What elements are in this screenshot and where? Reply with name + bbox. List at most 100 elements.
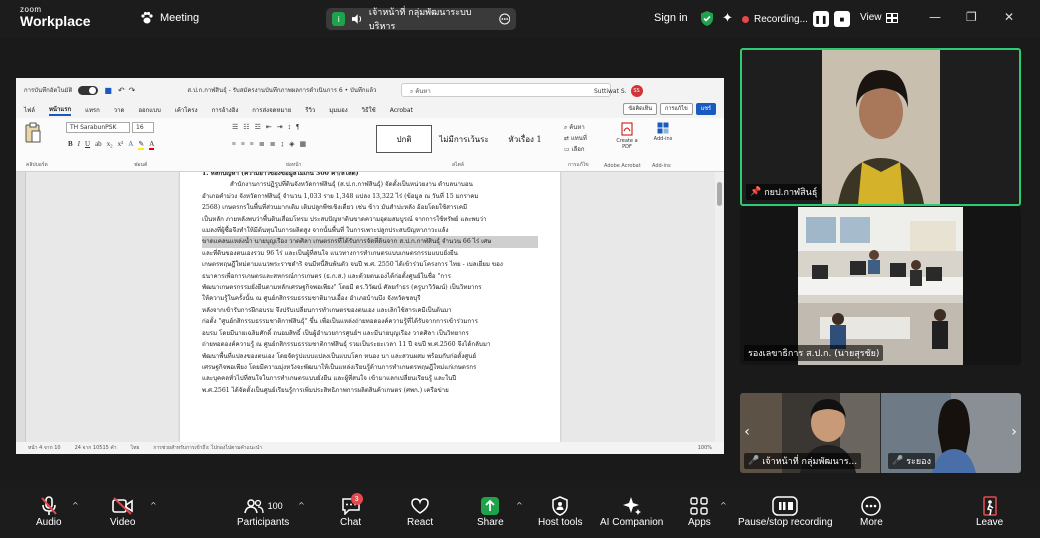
increase-indent-icon[interactable]: ⇥ (277, 123, 283, 131)
decrease-indent-icon[interactable]: ⇤ (266, 123, 272, 131)
align-left-icon[interactable]: ≡ (232, 140, 236, 148)
encryption-shield-icon[interactable] (700, 11, 714, 26)
status-accessibility[interactable]: การช่วยสำหรับการเข้าถึง: ไปกองไปตามคำแนะ… (153, 444, 262, 452)
font-color-icon[interactable]: A (149, 140, 155, 150)
sign-in-link[interactable]: Sign in (654, 12, 688, 24)
stop-recording-icon[interactable]: ■ (833, 11, 850, 27)
word-tab[interactable]: การส่งจดหมาย (252, 105, 291, 115)
pilcrow-icon[interactable]: ¶ (296, 123, 299, 131)
highlight-icon[interactable]: ✎ (138, 140, 145, 150)
word-tab[interactable]: ออกแบบ (138, 105, 160, 115)
document-page[interactable]: 1. หลักปัญหา (ความยาวของข้อมูลไม่เกิน 30… (180, 172, 560, 442)
multilevel-icon[interactable]: ☲ (255, 123, 261, 131)
apps-caret-icon[interactable]: ^ (720, 501, 727, 510)
participants-label: Participants (237, 517, 290, 528)
participants-caret-icon[interactable]: ^ (298, 501, 305, 510)
autosave-toggle[interactable] (78, 85, 99, 95)
numbering-icon[interactable]: ☷ (243, 123, 249, 131)
video-tile-active-speaker[interactable]: 📌 กยป.กาฬสินธุ์ (740, 48, 1021, 206)
pause-recording-button[interactable]: Pause/stop recording (738, 495, 833, 528)
meeting-menu-button[interactable]: Meeting (140, 11, 199, 25)
audio-button[interactable]: Audio (36, 495, 62, 528)
thai-distribute-icon[interactable]: ≣ (270, 140, 276, 148)
justify-icon[interactable]: ≣ (259, 140, 265, 148)
align-center-icon[interactable]: ≡ (241, 140, 245, 148)
document-area[interactable]: 1. หลักปัญหา (ความยาวของข้อมูลไม่เกิน 30… (16, 172, 724, 442)
font-size-select[interactable]: 16 (132, 122, 154, 133)
line-spacing-icon[interactable]: ↨ (281, 140, 285, 148)
word-search-box[interactable]: ⌕ ค้นหา (401, 83, 611, 97)
add-ins-button[interactable]: Add-ins (650, 122, 676, 142)
carousel-prev-icon[interactable]: ‹ (740, 421, 754, 443)
share-button[interactable]: Share (477, 495, 504, 528)
bullets-icon[interactable]: ☰ (232, 123, 238, 131)
minimize-icon[interactable]: — (929, 10, 941, 24)
word-share-button[interactable]: แชร์ (695, 103, 716, 115)
superscript-icon[interactable]: x² (118, 140, 124, 150)
word-tab[interactable]: Acrobat (390, 107, 413, 114)
select-button[interactable]: ▭ เลือก (564, 144, 587, 155)
style-heading-1[interactable]: หัวเรื่อง 1 (498, 125, 552, 153)
host-tools-button[interactable]: Host tools (538, 495, 582, 528)
word-tab[interactable]: รีวิว (305, 105, 315, 115)
text-effects-icon[interactable]: A (128, 140, 133, 150)
bold-icon[interactable]: B (68, 140, 73, 150)
redo-icon[interactable]: ↷ (129, 86, 136, 95)
leave-button[interactable]: Leave (976, 495, 1003, 528)
addins-group-label: Add-ins (652, 163, 671, 169)
react-button[interactable]: React (407, 495, 433, 528)
word-tab[interactable]: หน้าแรก (48, 104, 72, 116)
comments-button[interactable]: ข้อคิดเห็น (623, 103, 657, 115)
word-tab[interactable]: วาด (114, 105, 125, 115)
strike-icon[interactable]: ab (95, 140, 102, 150)
audio-caret-icon[interactable]: ^ (72, 501, 79, 510)
style-no-spacing[interactable]: ไม่มีการเว้นระ (432, 125, 496, 153)
ai-sparkle-icon[interactable]: ✦ (722, 11, 733, 26)
replace-button[interactable]: ⇄ แทนที่ (564, 133, 587, 144)
create-pdf-button[interactable]: Create a PDF (614, 122, 640, 150)
word-tab[interactable]: แทรก (85, 105, 100, 115)
style-normal[interactable]: ปกติ (376, 125, 432, 153)
font-name-select[interactable]: TH SarabunPSK (66, 122, 130, 133)
view-button[interactable]: View (860, 12, 898, 23)
more-button[interactable]: More (860, 495, 883, 528)
word-tab[interactable]: มุมมอง (329, 105, 347, 115)
save-icon[interactable]: ■ (104, 86, 112, 95)
video-tile-office[interactable]: รองเลขาธิการ ส.ป.ก. (นายสุรชัย) (740, 207, 1021, 365)
document-scrollbar[interactable] (715, 172, 724, 442)
video-caret-icon[interactable]: ^ (150, 501, 157, 510)
find-button[interactable]: ⌕ ค้นหา (564, 122, 587, 133)
share-caret-icon[interactable]: ^ (516, 501, 523, 510)
pin-icon[interactable]: 📌 (750, 187, 761, 197)
word-user[interactable]: Suttiwat S. SS (594, 85, 643, 97)
carousel-next-icon[interactable]: › (1007, 421, 1021, 443)
ai-companion-button[interactable]: AI Companion (600, 495, 663, 528)
sort-icon[interactable]: ↕ (288, 123, 292, 131)
undo-icon[interactable]: ↶ (118, 86, 125, 95)
close-icon[interactable]: ✕ (1004, 10, 1014, 24)
subscript-icon[interactable]: x₂ (107, 140, 113, 150)
screen-share-indicator[interactable]: i เจ้าหน้าที่ กลุ่มพัฒนาระบบบริหาร (326, 8, 516, 32)
editing-mode-button[interactable]: การแก้ไข (659, 103, 693, 115)
word-tab[interactable]: วิธีใช้ (362, 105, 376, 115)
word-tab[interactable]: การอ้างอิง (212, 105, 239, 115)
italic-icon[interactable]: I (78, 140, 80, 150)
grid-view-icon (885, 12, 898, 23)
pause-recording-icon[interactable]: ❚❚ (812, 11, 829, 27)
word-tab[interactable]: ไฟล์ (24, 105, 35, 115)
borders-icon[interactable]: ▦ (300, 140, 307, 148)
underline-icon[interactable]: U (85, 140, 90, 150)
shading-icon[interactable]: ◈ (289, 140, 294, 148)
chat-button[interactable]: 3 Chat (340, 493, 363, 528)
apps-button[interactable]: Apps (688, 495, 711, 528)
word-tab[interactable]: เค้าโครง (175, 105, 198, 115)
status-zoom[interactable]: 100% (698, 445, 712, 451)
video-button[interactable]: Video (110, 495, 135, 528)
restore-icon[interactable]: ❐ (966, 10, 977, 24)
participants-button[interactable]: 100 Participants (237, 495, 289, 528)
more-options-icon[interactable] (498, 13, 511, 25)
video-carousel[interactable]: ‹ › 🎤 เจ้าหน้าที่ กลุ่มพัฒนาร... 🎤 ระยอง (740, 393, 1021, 473)
paste-icon[interactable] (24, 122, 42, 144)
scroll-thumb[interactable] (717, 182, 722, 206)
align-right-icon[interactable]: ≡ (250, 140, 254, 148)
